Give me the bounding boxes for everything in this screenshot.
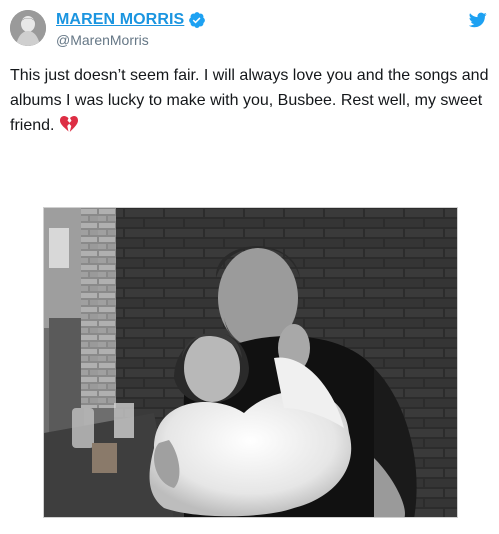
twitter-bird-icon[interactable] — [468, 12, 487, 28]
author-handle[interactable]: @MarenMorris — [56, 32, 149, 48]
author-name-row: MAREN MORRIS — [56, 10, 206, 30]
tweet-card: MAREN MORRIS @MarenMorris This just does… — [0, 0, 499, 534]
broken-heart-icon — [60, 116, 79, 133]
tweet-text: This just doesn’t seem fair. I will alwa… — [10, 63, 492, 138]
verified-badge-icon — [188, 11, 206, 29]
avatar[interactable] — [10, 10, 46, 46]
tweet-photo[interactable] — [43, 207, 458, 518]
author-display-name[interactable]: MAREN MORRIS — [56, 11, 184, 29]
photo-image — [44, 208, 457, 517]
tweet-body-text: This just doesn’t seem fair. I will alwa… — [10, 67, 489, 134]
